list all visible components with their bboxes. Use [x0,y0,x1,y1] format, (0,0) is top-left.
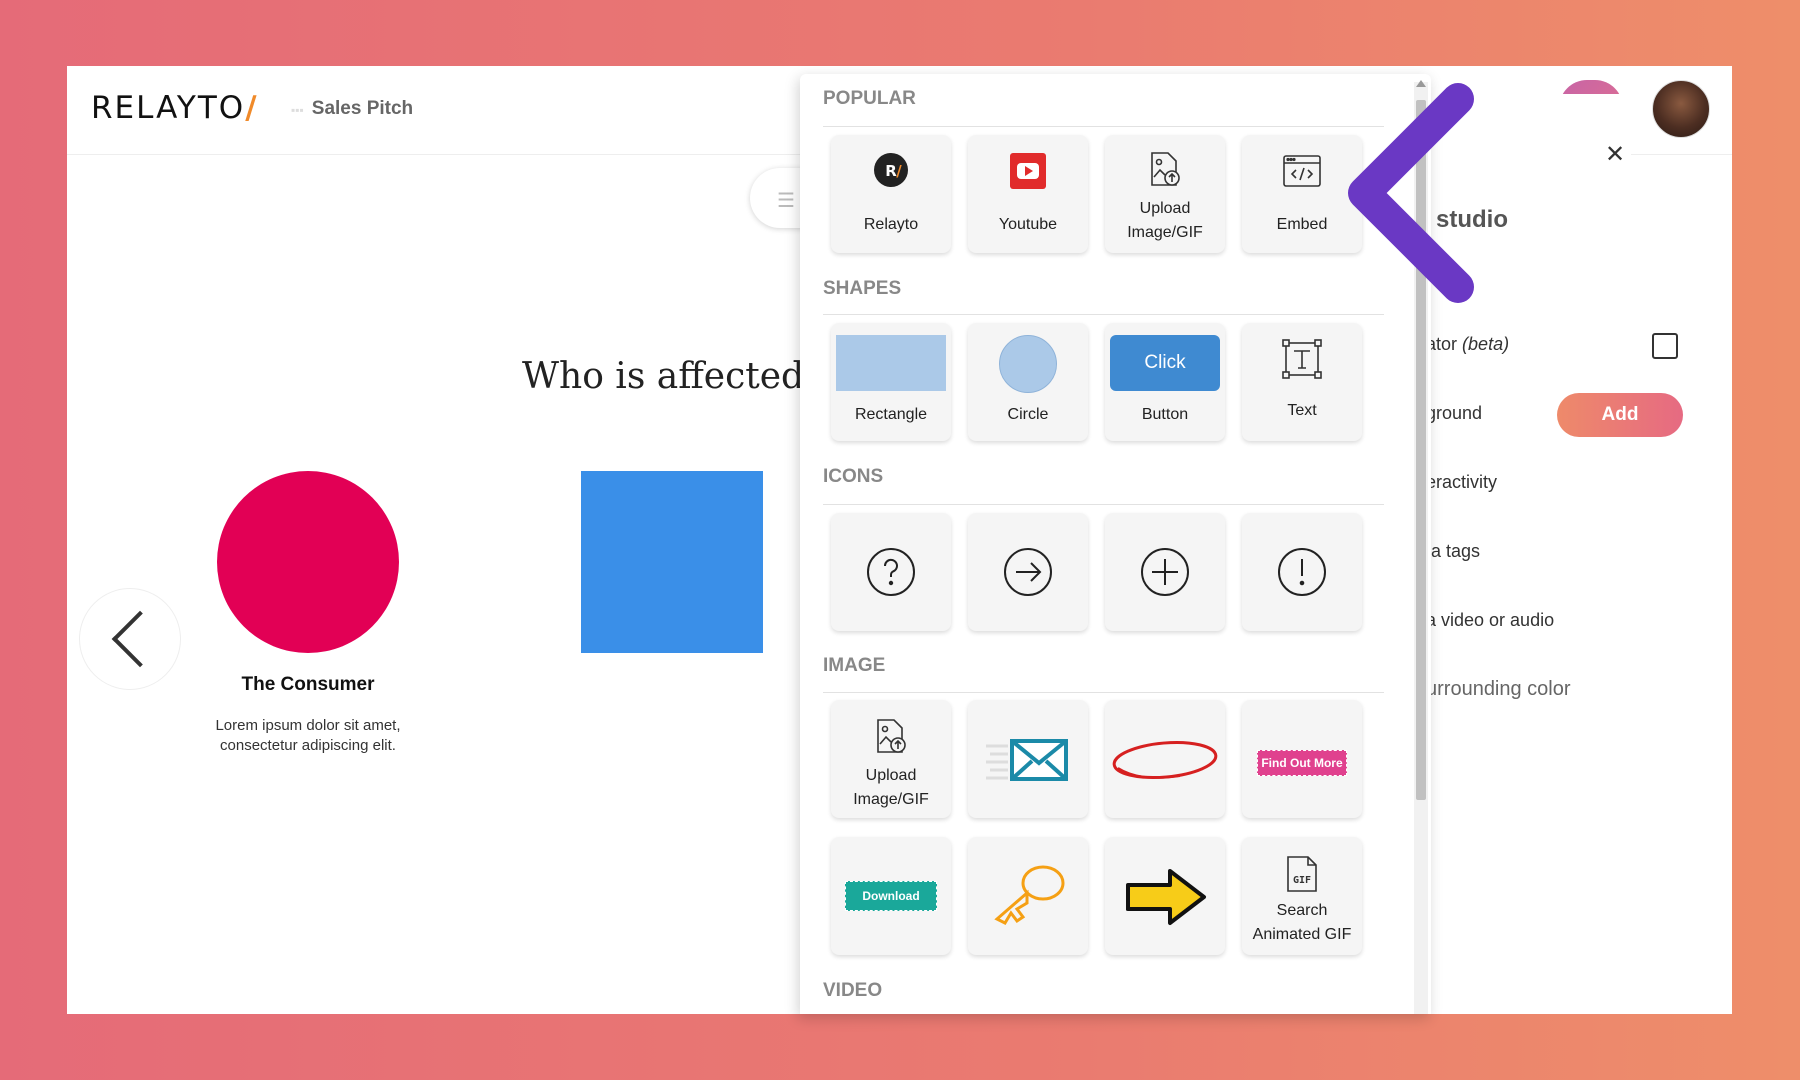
insert-rectangle-button[interactable]: Rectangle [831,323,951,441]
section-divider [823,504,1384,505]
card-label: Upload Image/GIF [853,767,929,808]
relayto-icon: R / [831,152,951,193]
upload-image-icon [1105,151,1225,194]
embed-code-icon [1242,155,1362,192]
insert-youtube-button[interactable]: Youtube [968,135,1088,253]
consumer-title[interactable]: The Consumer [187,674,429,696]
add-background-button[interactable]: Add [1557,393,1683,437]
insert-circle-button[interactable]: Circle [968,323,1088,441]
section-title-popular: POPULAR [823,88,916,109]
menu-icon[interactable]: ☰ [777,188,795,213]
card-label: Search Animated GIF [1252,902,1352,943]
plus-circle-icon [1105,547,1225,602]
section-divider [823,126,1384,127]
section-title-video: VIDEO [823,980,883,1001]
section-title-image: IMAGE [823,655,886,676]
rectangle-shape-icon [831,335,951,391]
insert-mail-sticker-button[interactable] [968,700,1088,818]
video-audio-option[interactable]: a video or audio [1426,610,1554,631]
upload-image-icon [831,718,951,761]
cursor-click-icon [968,861,1088,936]
exclamation-circle-icon [1242,547,1362,602]
section-title-icons: ICONS [823,466,884,487]
insert-plus-icon-button[interactable] [1105,513,1225,631]
section-divider [823,692,1384,693]
close-icon[interactable]: ✕ [1605,140,1625,169]
narrator-checkbox[interactable] [1652,333,1678,359]
insert-red-oval-sticker-button[interactable] [1105,700,1225,818]
text-box-icon [1242,339,1362,384]
consumer-circle-shape[interactable] [217,471,399,653]
card-label: Circle [1007,406,1049,423]
download-sticker: Download [831,881,951,911]
document-icon: ▪▪▪ [291,103,304,117]
insert-yellow-arrow-sticker-button[interactable] [1105,837,1225,955]
card-label: Upload Image/GIF [1127,200,1203,241]
card-label: Rectangle [854,406,928,423]
insert-arrow-icon-button[interactable] [968,513,1088,631]
red-oval-icon [1105,738,1225,787]
card-label: Embed [1276,216,1328,233]
insert-embed-button[interactable]: Embed [1242,135,1362,253]
circle-shape-icon [968,335,1088,393]
card-label: Youtube [998,216,1058,233]
question-circle-icon [831,547,951,602]
envelope-icon [968,738,1088,787]
consumer-description[interactable]: Lorem ipsum dolor sit amet, consectetur … [187,716,429,756]
insert-find-out-more-sticker-button[interactable]: Find Out More [1242,700,1362,818]
card-label: Text [1287,402,1317,419]
section-divider [823,314,1384,315]
chevron-left-icon [111,610,169,668]
insert-upload-image-button[interactable]: Upload Image/GIF [1105,135,1225,253]
insert-relayto-button[interactable]: R / Relayto [831,135,951,253]
insert-question-icon-button[interactable] [831,513,951,631]
document-title[interactable]: ▪▪▪ Sales Pitch [291,98,413,120]
slide-heading[interactable]: Who is affected [522,356,804,397]
insert-upload-image-gif-button[interactable]: Upload Image/GIF [831,700,951,818]
insert-text-button[interactable]: Text [1242,323,1362,441]
insert-button-button[interactable]: Click Button [1105,323,1225,441]
interactivity-option[interactable]: eractivity [1426,472,1497,493]
card-label: Relayto [863,216,919,233]
dropdown-scrollbar-thumb[interactable] [1416,100,1426,800]
yellow-arrow-icon [1105,867,1225,932]
surrounding-color-option[interactable]: urrounding color [1426,678,1571,701]
scroll-up-arrow-icon[interactable] [1416,80,1426,87]
find-out-more-sticker: Find Out More [1242,750,1362,776]
insert-search-gif-button[interactable]: GIF Search Animated GIF [1242,837,1362,955]
insert-exclamation-icon-button[interactable] [1242,513,1362,631]
svg-text:/: / [896,162,902,180]
insert-cursor-sticker-button[interactable] [968,837,1088,955]
previous-slide-button[interactable] [79,588,181,690]
section-title-shapes: SHAPES [823,278,902,299]
gif-file-icon: GIF [1242,855,1362,898]
arrow-right-circle-icon [968,547,1088,602]
youtube-icon [968,152,1088,195]
button-shape-icon: Click [1105,335,1225,391]
narrator-option: ator (beta) [1426,334,1510,354]
meta-tags-option[interactable]: ta tags [1426,541,1480,562]
insert-download-sticker-button[interactable]: Download [831,837,951,955]
blue-square-shape[interactable] [581,471,763,653]
relayto-logo[interactable]: RELAYTO/ [91,90,259,126]
background-option: ground [1426,403,1483,423]
user-avatar[interactable] [1652,80,1710,138]
card-label: Button [1141,406,1189,423]
svg-text:GIF: GIF [1293,875,1311,886]
